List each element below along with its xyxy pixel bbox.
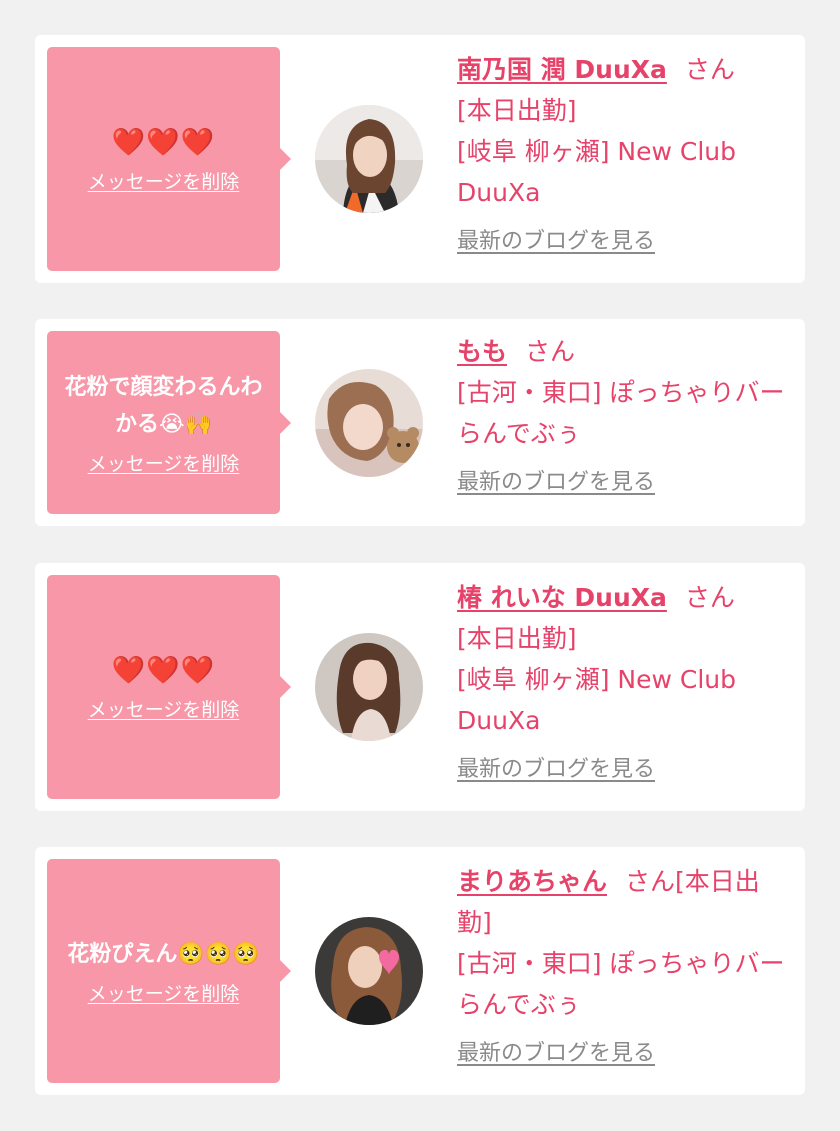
honorific: さん (525, 337, 576, 366)
shop-line: [岐阜 柳ヶ瀬] New Club DuuXa (457, 137, 736, 207)
delete-message-link[interactable]: メッセージを削除 (88, 449, 240, 476)
latest-blog-link[interactable]: 最新のブログを見る (457, 227, 655, 257)
sender-info: 椿 れいな DuuXa さん [本日出勤] [岐阜 柳ヶ瀬] New Club D… (457, 577, 787, 788)
sender-name-link[interactable]: まりあちゃん (457, 867, 607, 896)
message-card: 花粉ぴえん🥺🥺🥺 メッセージを削除 まりあちゃん さん[本日出勤] [古河・東口]… (35, 847, 805, 1095)
honorific: さん (684, 55, 735, 84)
latest-blog-link[interactable]: 最新のブログを見る (457, 755, 655, 785)
message-card: ❤️❤️❤️ メッセージを削除 椿 れいな DuuXa さん [本日出勤] [岐阜… (35, 563, 805, 811)
delete-message-link[interactable]: メッセージを削除 (88, 167, 240, 194)
message-bubble: 花粉ぴえん🥺🥺🥺 メッセージを削除 (47, 859, 291, 1083)
sender-info: 南乃国 潤 DuuXa さん [本日出勤] [岐阜 柳ヶ瀬] New Club D… (457, 49, 787, 260)
message-bubble: 花粉で顔変わるんわかる😭🙌 メッセージを削除 (47, 331, 291, 514)
message-bubble: ❤️❤️❤️ メッセージを削除 (47, 47, 291, 271)
message-text: 花粉で顔変わるんわかる😭🙌 (64, 375, 263, 437)
message-text: ❤️❤️❤️ (111, 127, 216, 158)
avatar[interactable] (315, 917, 423, 1025)
avatar[interactable] (315, 105, 423, 213)
delete-message-link[interactable]: メッセージを削除 (88, 695, 240, 722)
shop-line: [岐阜 柳ヶ瀬] New Club DuuXa (457, 665, 736, 735)
shop-line: [古河・東口] ぽっちゃりバー らんでぶぅ (457, 949, 785, 1019)
latest-blog-link[interactable]: 最新のブログを見る (457, 1039, 655, 1069)
shop-line: [古河・東口] ぽっちゃりバー らんでぶぅ (457, 378, 785, 448)
avatar[interactable] (315, 369, 423, 477)
message-text: ❤️❤️❤️ (111, 655, 216, 686)
sender-info: もも さん [古河・東口] ぽっちゃりバー らんでぶぅ 最新のブログを見る (457, 331, 787, 501)
status-line: [本日出勤] (457, 624, 577, 653)
latest-blog-link[interactable]: 最新のブログを見る (457, 468, 655, 498)
message-text: 花粉ぴえん🥺🥺🥺 (67, 942, 260, 967)
avatar[interactable] (315, 633, 423, 741)
status-line: [本日出勤] (457, 96, 577, 125)
sender-name-link[interactable]: もも (457, 337, 507, 366)
delete-message-link[interactable]: メッセージを削除 (88, 979, 240, 1006)
message-bubble: ❤️❤️❤️ メッセージを削除 (47, 575, 291, 799)
sender-info: まりあちゃん さん[本日出勤] [古河・東口] ぽっちゃりバー らんでぶぅ 最新の… (457, 861, 787, 1072)
message-card: ❤️❤️❤️ メッセージを削除 南乃国 潤 DuuXa さん [本日出勤] [岐阜… (35, 35, 805, 283)
sender-name-link[interactable]: 椿 れいな DuuXa (457, 583, 667, 612)
honorific: さん (684, 583, 735, 612)
sender-name-link[interactable]: 南乃国 潤 DuuXa (457, 55, 667, 84)
message-card: 花粉で顔変わるんわかる😭🙌 メッセージを削除 もも さん [古河・東口] ぽっちゃ… (35, 319, 805, 526)
